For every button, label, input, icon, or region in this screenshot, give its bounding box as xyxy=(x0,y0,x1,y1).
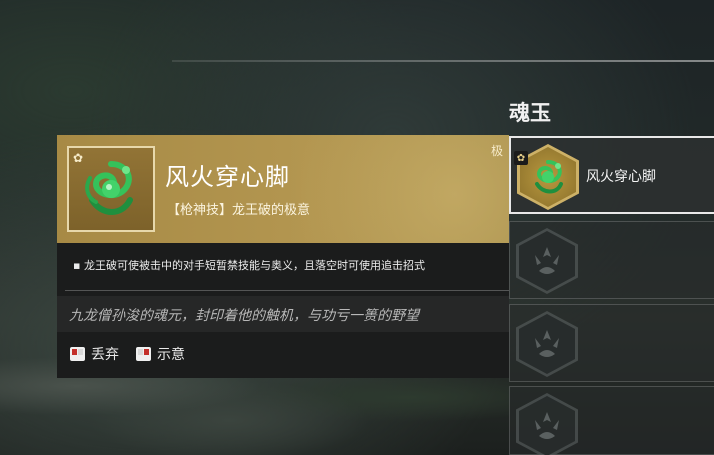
soul-jade-slot-2[interactable] xyxy=(509,221,714,299)
action-bar: 丢弃 示意 xyxy=(69,344,185,364)
jade-serpent-icon xyxy=(535,160,563,194)
soul-jade-slot-3[interactable] xyxy=(509,304,714,382)
section-title: 魂玉 xyxy=(509,101,551,125)
lore-section: 九龙僧孙浚的魂元，封印着他的触机，与功亏一篑的野望 xyxy=(57,296,509,332)
item-subtitle: 【枪神技】龙王破的极意 xyxy=(167,203,311,218)
mouse-left-icon xyxy=(70,347,85,361)
show-label: 示意 xyxy=(157,347,185,363)
slot-hex-frame xyxy=(516,311,578,377)
discard-label: 丢弃 xyxy=(91,347,119,363)
slot-hex-frame xyxy=(516,393,578,455)
lotus-emblem-icon xyxy=(535,330,559,357)
flower-badge-icon: ✿ xyxy=(73,151,84,165)
header-divider xyxy=(172,60,714,62)
soul-jade-slot-4[interactable] xyxy=(509,386,714,455)
item-name: 风火穿心脚 xyxy=(165,163,290,191)
rarity-label: 极 xyxy=(490,144,503,158)
tooltip-divider xyxy=(65,290,509,291)
item-icon-frame: ✿ xyxy=(67,146,155,232)
slot-hex-frame xyxy=(516,228,578,294)
slot-name: 风火穿心脚 xyxy=(586,169,656,185)
lotus-emblem-icon xyxy=(535,412,559,439)
discard-button[interactable]: 丢弃 xyxy=(69,344,119,364)
item-lore: 九龙僧孙浚的魂元，封印着他的触机，与功亏一篑的野望 xyxy=(69,308,419,324)
jade-serpent-icon xyxy=(85,161,133,215)
flower-badge-icon: ✿ xyxy=(514,151,528,165)
tooltip-header: 极 ✿ 风火穿心脚 【枪神技】龙王破的极意 xyxy=(57,135,509,243)
mouse-right-icon xyxy=(136,347,151,361)
lotus-emblem-icon xyxy=(535,247,559,274)
soul-jade-slot-1[interactable]: ✿ 风火穿心脚 xyxy=(509,136,714,214)
item-effect-text: ▪ 龙王破可使被击中的对手短暂禁技能与奥义，且落空时可使用追击招式 xyxy=(73,259,425,272)
show-button[interactable]: 示意 xyxy=(135,344,185,364)
item-tooltip: 极 ✿ 风火穿心脚 【枪神技】龙王破的极意 ▪ 龙王破可使被击中的对手短暂禁技能… xyxy=(57,135,509,378)
